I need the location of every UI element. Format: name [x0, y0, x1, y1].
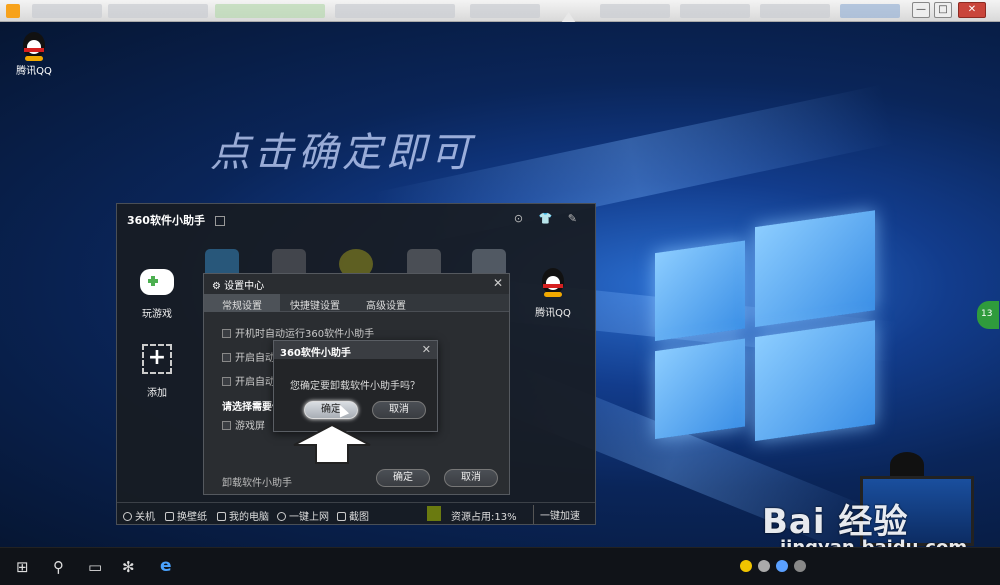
settings-header: ⚙ 设置中心	[204, 274, 509, 294]
confirm-title: 360软件小助手	[274, 341, 437, 359]
desktop-icon-qq[interactable]: 腾讯QQ	[12, 30, 56, 77]
gear-icon: ⚙	[212, 281, 225, 292]
start-icon[interactable]: ⊞	[16, 558, 29, 576]
computer-icon	[217, 512, 226, 521]
search-icon[interactable]: ⚲	[53, 558, 64, 576]
add-icon: +	[142, 344, 172, 374]
option-game-screen[interactable]: 游戏屏	[222, 417, 265, 432]
fan-app-icon[interactable]: ✻	[122, 558, 135, 576]
my-computer-button[interactable]: 我的电脑	[217, 508, 269, 523]
resource-meter	[427, 506, 441, 521]
speedup-button[interactable]: 一键加速	[533, 505, 586, 524]
desktop-icon-label: 腾讯QQ	[16, 66, 52, 77]
assistant-title: 360软件小助手	[127, 214, 205, 227]
checkbox[interactable]	[222, 353, 231, 362]
instruction-overlay: 点击确定即可	[210, 130, 474, 176]
blurred-tab[interactable]	[840, 4, 900, 18]
gamepad-icon	[140, 269, 174, 295]
assistant-footer: 关机 换壁纸 我的电脑 一键上网 截图 资源占用:13% 一键加速	[117, 502, 595, 524]
scissors-icon	[337, 512, 346, 521]
my-computer-label: 我的电脑	[229, 512, 269, 523]
settings-close-button[interactable]: ✕	[493, 276, 503, 290]
resource-usage: 资源占用:13%	[451, 512, 517, 523]
ie-icon[interactable]: e	[160, 556, 172, 576]
option-auto-1[interactable]: 开启自动	[222, 349, 275, 364]
close-button[interactable]: ✕	[958, 2, 986, 18]
minimize-button[interactable]: —	[912, 2, 930, 18]
baidu-logo: Bai 经验	[762, 502, 909, 542]
tab-hotkeys[interactable]: 快捷键设置	[290, 297, 340, 312]
app-tile-add[interactable]: + 添加	[127, 344, 187, 399]
tray-app-icon[interactable]	[794, 560, 806, 572]
blurred-tab[interactable]	[760, 4, 830, 18]
option-label: 开机时自动运行360软件小助手	[235, 329, 375, 340]
one-click-net-button[interactable]: 一键上网	[277, 508, 329, 523]
uninstall-link[interactable]: 卸载软件小助手	[222, 474, 292, 489]
wallpaper-label: 换壁纸	[177, 512, 207, 523]
app-label: 玩游戏	[142, 309, 172, 320]
confirm-message: 您确定要卸载软件小助手吗？	[290, 381, 420, 392]
blurred-tab[interactable]	[108, 4, 208, 18]
player-titlebar: — □ ✕	[0, 0, 1000, 22]
app-label: 腾讯QQ	[535, 308, 571, 319]
globe-icon	[277, 512, 286, 521]
screenshot-label: 截图	[349, 512, 369, 523]
screenshot-button[interactable]: 截图	[337, 508, 369, 523]
settings-cancel-button[interactable]: 取消	[444, 469, 498, 487]
add-tab-icon[interactable]	[214, 216, 225, 226]
tray-app-icon[interactable]	[740, 560, 752, 572]
checkbox[interactable]	[222, 421, 231, 430]
option-label: 游戏屏	[235, 421, 265, 432]
confirm-ok-button[interactable]: 确定	[304, 401, 358, 419]
app-label: 添加	[147, 388, 167, 399]
player-logo-icon	[6, 4, 20, 18]
qq-penguin-icon	[538, 266, 568, 298]
one-click-net-label: 一键上网	[289, 512, 329, 523]
bluetooth-icon[interactable]	[776, 560, 788, 572]
tray-app-icon[interactable]	[758, 560, 770, 572]
option-label: 开启自动	[235, 377, 275, 388]
checkbox[interactable]	[222, 329, 231, 338]
confirm-cancel-button[interactable]: 取消	[372, 401, 426, 419]
settings-ok-button[interactable]: 确定	[376, 469, 430, 487]
blurred-tab[interactable]	[215, 4, 325, 18]
settings-title: 设置中心	[224, 281, 265, 292]
image-icon	[165, 512, 174, 521]
confirm-close-button[interactable]: ✕	[422, 343, 431, 356]
qq-penguin-icon	[19, 30, 49, 62]
assistant-tools[interactable]: ⊙ 👕 ✎	[514, 212, 583, 225]
tab-general[interactable]: 常规设置	[204, 294, 280, 312]
shutdown-label: 关机	[135, 512, 155, 523]
option-label: 开启自动	[235, 353, 275, 364]
wallpaper-button[interactable]: 换壁纸	[165, 508, 207, 523]
blurred-tab[interactable]	[680, 4, 750, 18]
task-view-icon[interactable]: ▭	[88, 558, 102, 576]
blurred-tab[interactable]	[470, 4, 540, 18]
side-badge[interactable]: 13	[977, 301, 999, 329]
checkbox[interactable]	[222, 377, 231, 386]
option-auto-2[interactable]: 开启自动	[222, 373, 275, 388]
blurred-tab[interactable]	[335, 4, 455, 18]
app-tile-qq[interactable]: 腾讯QQ	[523, 266, 583, 319]
up-arrow-icon	[293, 423, 371, 464]
confirm-dialog: 360软件小助手 ✕ 您确定要卸载软件小助手吗？ 确定 取消	[273, 340, 438, 432]
power-icon	[123, 512, 132, 521]
option-autorun[interactable]: 开机时自动运行360软件小助手	[222, 325, 374, 340]
blurred-tab[interactable]	[600, 4, 670, 18]
tab-advanced[interactable]: 高级设置	[366, 297, 406, 312]
blurred-tab[interactable]	[32, 4, 102, 18]
settings-tabs: 常规设置 快捷键设置 高级设置	[204, 294, 509, 312]
maximize-button[interactable]: □	[934, 2, 952, 18]
windows-logo-icon	[655, 191, 885, 463]
app-tile-games[interactable]: 玩游戏	[127, 269, 187, 320]
shutdown-button[interactable]: 关机	[123, 508, 155, 523]
taskbar: ⊞ ⚲ ▭ ✻ e	[0, 547, 1000, 585]
